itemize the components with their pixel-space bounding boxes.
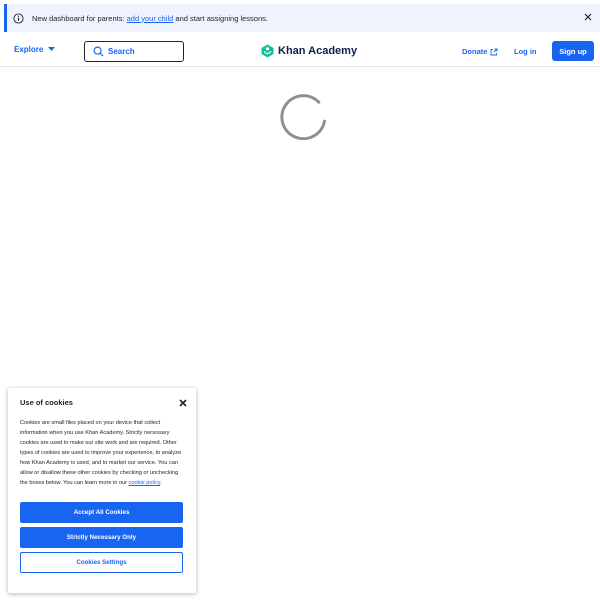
external-link-icon — [490, 48, 498, 55]
cookie-dialog-title: Use of cookies — [20, 398, 73, 407]
signup-button[interactable]: Sign up — [552, 41, 594, 61]
khan-academy-logo[interactable]: Khan Academy — [261, 44, 357, 58]
add-child-link[interactable]: add your child — [127, 14, 174, 23]
cookie-policy-link[interactable]: cookie policy — [129, 480, 161, 486]
caret-down-icon — [48, 47, 56, 51]
explore-menu-button[interactable]: Explore — [14, 45, 56, 54]
close-icon — [584, 13, 592, 21]
accept-all-cookies-button[interactable]: Accept All Cookies — [20, 502, 183, 523]
login-link[interactable]: Log in — [514, 47, 537, 56]
search-icon — [93, 46, 104, 57]
banner-close-button[interactable] — [582, 11, 594, 23]
cookie-description: Cookies are small files placed on your d… — [20, 420, 182, 486]
donate-link[interactable]: Donate — [462, 47, 498, 56]
top-navigation: Explore Search Khan Academy Donate Log i… — [0, 36, 600, 67]
khan-logo-icon — [261, 44, 274, 58]
search-button[interactable]: Search — [84, 41, 184, 62]
info-icon — [13, 12, 24, 24]
loading-spinner-icon — [280, 94, 326, 140]
announcement-banner: New dashboard for parents: add your chil… — [4, 4, 600, 32]
cookies-settings-button[interactable]: Cookies Settings — [20, 552, 183, 573]
banner-text: New dashboard for parents: add your chil… — [32, 13, 268, 23]
cookie-close-icon[interactable] — [178, 398, 188, 408]
cookie-consent-dialog: Use of cookies Cookies are small files p… — [8, 388, 196, 593]
strictly-necessary-button[interactable]: Strictly Necessary Only — [20, 527, 183, 548]
